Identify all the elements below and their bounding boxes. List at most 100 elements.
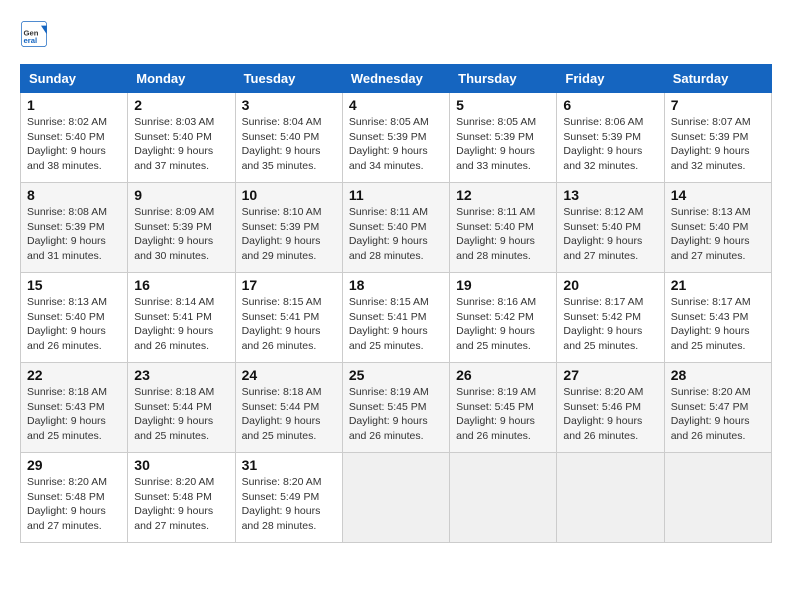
column-header-wednesday: Wednesday xyxy=(342,65,449,93)
calendar-cell: 13 Sunrise: 8:12 AM Sunset: 5:40 PM Dayli… xyxy=(557,183,664,273)
day-number: 19 xyxy=(456,277,550,293)
day-number: 23 xyxy=(134,367,228,383)
calendar-cell xyxy=(450,453,557,543)
day-info: Sunrise: 8:06 AM Sunset: 5:39 PM Dayligh… xyxy=(563,115,657,174)
day-number: 14 xyxy=(671,187,765,203)
day-info: Sunrise: 8:20 AM Sunset: 5:48 PM Dayligh… xyxy=(27,475,121,534)
week-row-3: 15 Sunrise: 8:13 AM Sunset: 5:40 PM Dayli… xyxy=(21,273,772,363)
page-header: Gen eral xyxy=(20,20,772,48)
day-info: Sunrise: 8:20 AM Sunset: 5:48 PM Dayligh… xyxy=(134,475,228,534)
calendar-cell: 1Sunrise: 8:02 AM Sunset: 5:40 PM Daylig… xyxy=(21,93,128,183)
calendar-cell: 24 Sunrise: 8:18 AM Sunset: 5:44 PM Dayli… xyxy=(235,363,342,453)
calendar-cell: 19 Sunrise: 8:16 AM Sunset: 5:42 PM Dayli… xyxy=(450,273,557,363)
day-number: 15 xyxy=(27,277,121,293)
day-number: 10 xyxy=(242,187,336,203)
calendar-cell: 31 Sunrise: 8:20 AM Sunset: 5:49 PM Dayli… xyxy=(235,453,342,543)
day-number: 12 xyxy=(456,187,550,203)
day-info: Sunrise: 8:15 AM Sunset: 5:41 PM Dayligh… xyxy=(242,295,336,354)
day-info: Sunrise: 8:20 AM Sunset: 5:47 PM Dayligh… xyxy=(671,385,765,444)
calendar-cell: 21Sunrise: 8:17 AM Sunset: 5:43 PM Dayli… xyxy=(664,273,771,363)
calendar-cell: 8 Sunrise: 8:08 AM Sunset: 5:39 PM Daylig… xyxy=(21,183,128,273)
day-info: Sunrise: 8:05 AM Sunset: 5:39 PM Dayligh… xyxy=(349,115,443,174)
day-info: Sunrise: 8:11 AM Sunset: 5:40 PM Dayligh… xyxy=(456,205,550,264)
calendar-cell: 27Sunrise: 8:20 AM Sunset: 5:46 PM Dayli… xyxy=(557,363,664,453)
calendar-cell: 30Sunrise: 8:20 AM Sunset: 5:48 PM Dayli… xyxy=(128,453,235,543)
calendar-cell: 28 Sunrise: 8:20 AM Sunset: 5:47 PM Dayli… xyxy=(664,363,771,453)
day-number: 13 xyxy=(563,187,657,203)
day-number: 17 xyxy=(242,277,336,293)
calendar-cell: 14 Sunrise: 8:13 AM Sunset: 5:40 PM Dayli… xyxy=(664,183,771,273)
column-header-thursday: Thursday xyxy=(450,65,557,93)
day-info: Sunrise: 8:07 AM Sunset: 5:39 PM Dayligh… xyxy=(671,115,765,174)
day-number: 5 xyxy=(456,97,550,113)
day-info: Sunrise: 8:20 AM Sunset: 5:49 PM Dayligh… xyxy=(242,475,336,534)
calendar-cell: 17 Sunrise: 8:15 AM Sunset: 5:41 PM Dayli… xyxy=(235,273,342,363)
day-number: 28 xyxy=(671,367,765,383)
week-row-4: 22 Sunrise: 8:18 AM Sunset: 5:43 PM Dayli… xyxy=(21,363,772,453)
calendar-cell: 10Sunrise: 8:10 AM Sunset: 5:39 PM Dayli… xyxy=(235,183,342,273)
day-info: Sunrise: 8:17 AM Sunset: 5:43 PM Dayligh… xyxy=(671,295,765,354)
day-info: Sunrise: 8:13 AM Sunset: 5:40 PM Dayligh… xyxy=(671,205,765,264)
day-info: Sunrise: 8:08 AM Sunset: 5:39 PM Dayligh… xyxy=(27,205,121,264)
day-number: 20 xyxy=(563,277,657,293)
day-number: 7 xyxy=(671,97,765,113)
day-info: Sunrise: 8:11 AM Sunset: 5:40 PM Dayligh… xyxy=(349,205,443,264)
day-number: 16 xyxy=(134,277,228,293)
day-number: 25 xyxy=(349,367,443,383)
calendar-cell: 29 Sunrise: 8:20 AM Sunset: 5:48 PM Dayli… xyxy=(21,453,128,543)
calendar-cell: 6 Sunrise: 8:06 AM Sunset: 5:39 PM Daylig… xyxy=(557,93,664,183)
calendar-cell xyxy=(342,453,449,543)
day-number: 22 xyxy=(27,367,121,383)
calendar-cell: 23Sunrise: 8:18 AM Sunset: 5:44 PM Dayli… xyxy=(128,363,235,453)
day-number: 24 xyxy=(242,367,336,383)
calendar-header-row: SundayMondayTuesdayWednesdayThursdayFrid… xyxy=(21,65,772,93)
calendar-cell: 12 Sunrise: 8:11 AM Sunset: 5:40 PM Dayli… xyxy=(450,183,557,273)
calendar-cell: 18Sunrise: 8:15 AM Sunset: 5:41 PM Dayli… xyxy=(342,273,449,363)
day-info: Sunrise: 8:05 AM Sunset: 5:39 PM Dayligh… xyxy=(456,115,550,174)
day-number: 11 xyxy=(349,187,443,203)
calendar-cell: 5 Sunrise: 8:05 AM Sunset: 5:39 PM Daylig… xyxy=(450,93,557,183)
day-info: Sunrise: 8:12 AM Sunset: 5:40 PM Dayligh… xyxy=(563,205,657,264)
day-number: 9 xyxy=(134,187,228,203)
day-info: Sunrise: 8:19 AM Sunset: 5:45 PM Dayligh… xyxy=(456,385,550,444)
column-header-monday: Monday xyxy=(128,65,235,93)
calendar-cell: 4 Sunrise: 8:05 AM Sunset: 5:39 PM Daylig… xyxy=(342,93,449,183)
logo: Gen eral xyxy=(20,20,52,48)
day-number: 3 xyxy=(242,97,336,113)
day-number: 6 xyxy=(563,97,657,113)
calendar-cell: 22 Sunrise: 8:18 AM Sunset: 5:43 PM Dayli… xyxy=(21,363,128,453)
column-header-sunday: Sunday xyxy=(21,65,128,93)
day-info: Sunrise: 8:09 AM Sunset: 5:39 PM Dayligh… xyxy=(134,205,228,264)
day-info: Sunrise: 8:15 AM Sunset: 5:41 PM Dayligh… xyxy=(349,295,443,354)
day-info: Sunrise: 8:13 AM Sunset: 5:40 PM Dayligh… xyxy=(27,295,121,354)
day-info: Sunrise: 8:16 AM Sunset: 5:42 PM Dayligh… xyxy=(456,295,550,354)
day-info: Sunrise: 8:03 AM Sunset: 5:40 PM Dayligh… xyxy=(134,115,228,174)
calendar-cell: 2Sunrise: 8:03 AM Sunset: 5:40 PM Daylig… xyxy=(128,93,235,183)
week-row-1: 1Sunrise: 8:02 AM Sunset: 5:40 PM Daylig… xyxy=(21,93,772,183)
day-number: 26 xyxy=(456,367,550,383)
day-info: Sunrise: 8:14 AM Sunset: 5:41 PM Dayligh… xyxy=(134,295,228,354)
day-info: Sunrise: 8:19 AM Sunset: 5:45 PM Dayligh… xyxy=(349,385,443,444)
column-header-saturday: Saturday xyxy=(664,65,771,93)
calendar-table: SundayMondayTuesdayWednesdayThursdayFrid… xyxy=(20,64,772,543)
column-header-friday: Friday xyxy=(557,65,664,93)
calendar-cell: 9 Sunrise: 8:09 AM Sunset: 5:39 PM Daylig… xyxy=(128,183,235,273)
column-header-tuesday: Tuesday xyxy=(235,65,342,93)
calendar-cell: 15 Sunrise: 8:13 AM Sunset: 5:40 PM Dayli… xyxy=(21,273,128,363)
day-number: 4 xyxy=(349,97,443,113)
calendar-cell: 3Sunrise: 8:04 AM Sunset: 5:40 PM Daylig… xyxy=(235,93,342,183)
svg-text:eral: eral xyxy=(24,36,38,45)
calendar-cell xyxy=(664,453,771,543)
week-row-2: 8 Sunrise: 8:08 AM Sunset: 5:39 PM Daylig… xyxy=(21,183,772,273)
day-info: Sunrise: 8:17 AM Sunset: 5:42 PM Dayligh… xyxy=(563,295,657,354)
day-number: 31 xyxy=(242,457,336,473)
week-row-5: 29 Sunrise: 8:20 AM Sunset: 5:48 PM Dayli… xyxy=(21,453,772,543)
calendar-cell: 11 Sunrise: 8:11 AM Sunset: 5:40 PM Dayli… xyxy=(342,183,449,273)
day-number: 8 xyxy=(27,187,121,203)
calendar-cell: 16 Sunrise: 8:14 AM Sunset: 5:41 PM Dayli… xyxy=(128,273,235,363)
calendar-cell: 26 Sunrise: 8:19 AM Sunset: 5:45 PM Dayli… xyxy=(450,363,557,453)
calendar-cell: 7 Sunrise: 8:07 AM Sunset: 5:39 PM Daylig… xyxy=(664,93,771,183)
day-number: 29 xyxy=(27,457,121,473)
day-info: Sunrise: 8:18 AM Sunset: 5:43 PM Dayligh… xyxy=(27,385,121,444)
day-info: Sunrise: 8:18 AM Sunset: 5:44 PM Dayligh… xyxy=(242,385,336,444)
